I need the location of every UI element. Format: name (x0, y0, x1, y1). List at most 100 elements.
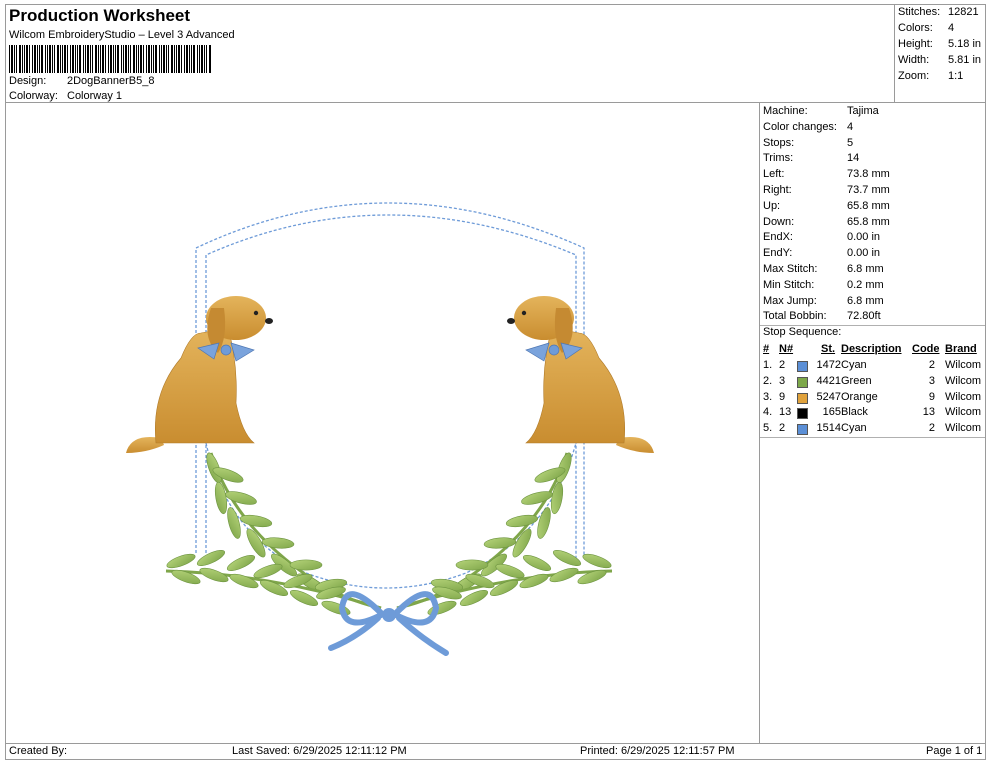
spec-label: Down: (763, 215, 795, 228)
stop-brand: Wilcom (945, 374, 982, 387)
left-dog (126, 296, 273, 453)
stop-description: Black (841, 406, 868, 419)
spec-value: 73.7 mm (847, 184, 890, 196)
col-stitches: St. (821, 343, 836, 355)
barcode-icon (9, 45, 211, 73)
spec-value: 65.8 mm (847, 215, 890, 228)
colorway-label: Colorway: (9, 90, 58, 102)
spec-label: Trims: (763, 152, 794, 165)
spec-label: Total Bobbin: (763, 310, 827, 323)
col-description: Description (841, 343, 902, 355)
col-num: # (763, 343, 770, 355)
last-saved: Last Saved: 6/29/2025 12:11:12 PM (232, 745, 407, 757)
design-label: Design: (9, 75, 47, 87)
spec-value: 14 (847, 152, 860, 165)
right-dog (507, 296, 654, 453)
spec-row: Right: 73.7 mm (763, 184, 983, 200)
col-needle: N# (779, 343, 794, 355)
spec-label: Up: (763, 199, 781, 212)
col-code: Code (912, 343, 940, 355)
spec-label: Max Stitch: (763, 263, 818, 275)
stop-num: 1. (763, 359, 773, 371)
spec-value: Tajima (847, 105, 879, 117)
spec-row: Total Bobbin: 72.80ft (763, 310, 983, 326)
worksheet-header: Production Worksheet Wilcom EmbroiderySt… (5, 4, 895, 103)
spec-label: EndX: (763, 231, 793, 244)
spec-label: Left: (763, 168, 785, 181)
spec-value: 0.00 in (847, 231, 881, 244)
stop-num: 3. (763, 390, 773, 403)
design-preview (5, 102, 760, 744)
stats-panel: Stitches: 12821 Colors: 4 Height: 5.18 i… (894, 4, 986, 103)
stop-num: 2. (763, 374, 773, 387)
stop-code: 13 (922, 406, 935, 419)
stat-label: Zoom: (898, 70, 930, 82)
laurel-branches (165, 452, 613, 616)
stop-description: Cyan (841, 359, 867, 371)
stop-needle: 9 (779, 390, 786, 403)
spec-row: EndX: 0.00 in (763, 231, 983, 247)
divider (760, 437, 985, 438)
stop-brand: Wilcom (945, 422, 982, 435)
design-row: Design: 2DogBannerB5_8 (9, 75, 309, 89)
spec-value: 6.8 mm (847, 294, 884, 307)
stat-label: Stitches: (898, 6, 941, 18)
stat-label: Width: (898, 54, 930, 66)
stop-description: Green (841, 374, 872, 387)
spec-label: EndY: (763, 247, 793, 260)
spec-row: Max Jump: 6.8 mm (763, 295, 983, 311)
stat-value: 1:1 (948, 70, 964, 82)
color-swatch-icon (797, 361, 808, 372)
stat-value: 5.81 in (948, 54, 982, 66)
stat-label: Colors: (898, 22, 933, 34)
spec-label: Right: (763, 184, 792, 196)
stop-needle: 2 (779, 359, 786, 371)
stop-sequence-title: Stop Sequence: (763, 326, 983, 342)
spec-label: Machine: (763, 105, 808, 117)
stop-num: 4. (763, 406, 773, 419)
stop-row: 4. 13 165 Black 13 Wilcom (760, 406, 987, 422)
spec-row: EndY: 0.00 in (763, 247, 983, 263)
worksheet-footer: Created By: Last Saved: 6/29/2025 12:11:… (5, 743, 986, 760)
spec-label: Max Jump: (763, 294, 817, 307)
stop-needle: 13 (779, 406, 792, 419)
color-swatch-icon (797, 408, 808, 420)
stop-row: 2. 3 4421 Green 3 Wilcom (760, 375, 987, 391)
stop-description: Orange (841, 390, 878, 403)
stop-code: 3 (928, 374, 935, 387)
spec-value: 72.80ft (847, 310, 881, 323)
spec-label: Color changes: (763, 120, 837, 133)
spec-value: 4 (847, 120, 854, 133)
stat-value: 12821 (948, 6, 979, 18)
spec-row: Stops: 5 (763, 137, 983, 153)
stop-code: 9 (928, 390, 935, 403)
spec-label: Stops: (763, 136, 795, 149)
spec-row: Left: 73.8 mm (763, 168, 983, 184)
color-swatch-icon (797, 392, 808, 404)
created-by: Created By: (9, 745, 68, 757)
printed-date: Printed: 6/29/2025 12:11:57 PM (580, 745, 735, 757)
ribbon-bow (328, 591, 449, 656)
spec-value: 6.8 mm (847, 263, 884, 275)
spec-value: 5 (847, 136, 854, 149)
stop-brand: Wilcom (945, 359, 982, 371)
stop-brand: Wilcom (945, 406, 982, 419)
stop-code: 2 (928, 359, 935, 371)
color-swatch-icon (797, 376, 808, 388)
stop-stitches: 165 (822, 406, 841, 419)
spec-value: 65.8 mm (847, 199, 890, 212)
stop-stitches: 4421 (816, 374, 841, 387)
spec-label: Min Stitch: (763, 278, 815, 291)
specs-panel: Machine: Tajima Color changes: 4 Stops: 5 Trim… (759, 102, 986, 744)
stop-brand: Wilcom (945, 390, 982, 403)
design-name: 2DogBannerB5_8 (67, 75, 155, 87)
section-title: Stop Sequence: (763, 326, 842, 338)
spec-row: Max Stitch: 6.8 mm (763, 263, 983, 279)
stop-needle: 2 (779, 422, 786, 435)
stop-row: 3. 9 5247 Orange 9 Wilcom (760, 391, 987, 407)
stop-description: Cyan (841, 422, 867, 435)
stat-value: 5.18 in (948, 38, 982, 50)
stat-value: 4 (948, 22, 955, 34)
spec-value: 0.2 mm (847, 278, 884, 291)
color-swatch-icon (797, 424, 808, 436)
